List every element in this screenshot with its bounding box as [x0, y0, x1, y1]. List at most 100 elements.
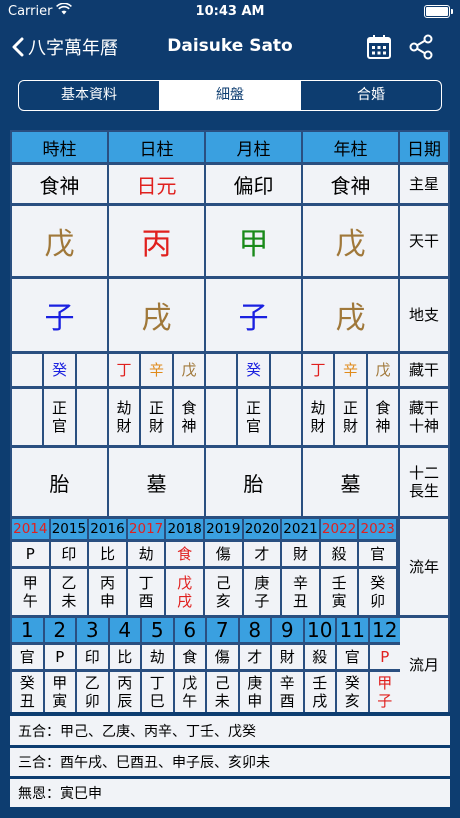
hidden-god-cell: 食 神: [368, 389, 398, 445]
month-god-cell[interactable]: 財: [272, 645, 303, 669]
month-ganzhi-cell[interactable]: 辛 酉: [272, 672, 303, 712]
hidden-god-cell: 食 神: [174, 389, 204, 445]
month-tab[interactable]: 3: [77, 618, 108, 642]
status-bar: Carrier 10:43 AM: [0, 0, 460, 24]
life-stage-cell: 胎: [12, 448, 107, 516]
pillar-header: 時柱: [12, 132, 107, 162]
month-ganzhi-cell[interactable]: 戊 午: [174, 672, 205, 712]
month-tab[interactable]: 1: [12, 618, 43, 642]
month-ganzhi-cell[interactable]: 己 未: [207, 672, 238, 712]
year-tab[interactable]: 2017: [127, 519, 165, 539]
year-tab[interactable]: 2014: [12, 519, 49, 539]
year-god-cell[interactable]: P: [12, 542, 49, 566]
heavenly-stem-cell: 戊: [12, 206, 107, 276]
hidden-god-cell: [206, 389, 236, 445]
earthly-branch-cell: 子: [12, 279, 107, 351]
year-ganzhi-cell[interactable]: 丁 酉: [127, 569, 165, 615]
year-god-cell[interactable]: 比: [89, 542, 126, 566]
month-god-cell[interactable]: P: [44, 645, 75, 669]
month-tab[interactable]: 5: [142, 618, 173, 642]
month-ganzhi-cell[interactable]: 乙 卯: [77, 672, 108, 712]
month-god-cell[interactable]: 傷: [207, 645, 238, 669]
year-god-cell[interactable]: 印: [50, 542, 88, 566]
hidden-god-cell: 正 財: [141, 389, 172, 445]
share-icon[interactable]: [408, 34, 434, 60]
calendar-icon[interactable]: [366, 34, 392, 60]
month-god-cell[interactable]: 食: [174, 645, 205, 669]
heavenly-stem-cell: 戊: [303, 206, 398, 276]
year-tab[interactable]: 2020: [243, 519, 281, 539]
month-tab[interactable]: 7: [207, 618, 238, 642]
year-ganzhi-cell[interactable]: 庚 子: [243, 569, 281, 615]
month-tab[interactable]: 10: [304, 618, 335, 642]
hidden-stem-cell: 戊: [368, 354, 398, 386]
month-tab[interactable]: 2: [44, 618, 75, 642]
month-tab[interactable]: 11: [337, 618, 368, 642]
month-god-cell[interactable]: P: [369, 645, 400, 669]
year-god-cell[interactable]: 財: [282, 542, 319, 566]
year-god-cell[interactable]: 才: [243, 542, 281, 566]
month-tab[interactable]: 6: [174, 618, 205, 642]
month-god-cell[interactable]: 劫: [142, 645, 173, 669]
month-ganzhi-cell[interactable]: 庚 申: [239, 672, 270, 712]
wuen-row: 無恩：寅巳申: [10, 779, 450, 807]
year-ganzhi-cell[interactable]: 辛 丑: [282, 569, 319, 615]
year-tab[interactable]: 2019: [205, 519, 242, 539]
wuhe-row: 五合：甲己、乙庚、丙辛、丁壬、戊癸: [10, 716, 450, 745]
year-tab[interactable]: 2018: [166, 519, 203, 539]
month-tab[interactable]: 12: [369, 618, 400, 642]
battery-icon: [424, 5, 453, 18]
year-tab[interactable]: 2015: [50, 519, 88, 539]
hidden-god-cell: [271, 389, 301, 445]
hidden-stem-cell: [271, 354, 301, 386]
year-tab[interactable]: 2021: [282, 519, 319, 539]
month-god-cell[interactable]: 印: [77, 645, 108, 669]
hidden-stem-cell: [77, 354, 107, 386]
heavenly-stem-cell: 甲: [206, 206, 301, 276]
tab-detail-chart[interactable]: 細盤: [159, 81, 300, 110]
month-ganzhi-cell[interactable]: 甲 子: [369, 672, 400, 712]
sanhe-row: 三合：酉午戌、巳酉丑、申子辰、亥卯未: [10, 748, 450, 776]
year-tab[interactable]: 2023: [359, 519, 396, 539]
bazi-chart: 時柱 日柱 月柱 年柱 日期 食神 日元 偏印 食神 主星戊丙甲戊天干子戌子戌地支癸正 官丁劫 財…: [10, 130, 450, 712]
month-god-cell[interactable]: 官: [12, 645, 43, 669]
main-star-cell: 偏印: [206, 165, 301, 203]
month-ganzhi-cell[interactable]: 甲 寅: [44, 672, 75, 712]
month-ganzhi-cell[interactable]: 癸 亥: [337, 672, 368, 712]
year-god-cell[interactable]: 殺: [320, 542, 358, 566]
year-ganzhi-cell[interactable]: 壬 寅: [320, 569, 358, 615]
month-god-cell[interactable]: 官: [337, 645, 368, 669]
earthly-branch-label: 地支: [400, 279, 448, 351]
year-ganzhi-cell[interactable]: 己 亥: [205, 569, 242, 615]
year-ganzhi-cell[interactable]: 戊 戌: [166, 569, 203, 615]
month-tab[interactable]: 9: [272, 618, 303, 642]
year-tab[interactable]: 2016: [89, 519, 126, 539]
hidden-god-cell: 正 官: [238, 389, 269, 445]
month-ganzhi-cell[interactable]: 壬 戌: [304, 672, 335, 712]
hidden-stem-cell: [12, 354, 42, 386]
month-tab[interactable]: 8: [239, 618, 270, 642]
year-ganzhi-cell[interactable]: 甲 午: [12, 569, 49, 615]
year-god-cell[interactable]: 劫: [127, 542, 165, 566]
year-ganzhi-cell[interactable]: 癸 卯: [359, 569, 396, 615]
hidden-stem-cell: 辛: [141, 354, 172, 386]
month-tab[interactable]: 4: [109, 618, 140, 642]
year-tab[interactable]: 2022: [320, 519, 358, 539]
month-ganzhi-cell[interactable]: 丙 辰: [109, 672, 140, 712]
year-god-cell[interactable]: 傷: [205, 542, 242, 566]
hidden-god-cell: 劫 財: [109, 389, 139, 445]
month-god-cell[interactable]: 才: [239, 645, 270, 669]
hidden-stem-cell: 戊: [174, 354, 204, 386]
main-star-cell: 食神: [303, 165, 398, 203]
year-ganzhi-cell[interactable]: 丙 申: [89, 569, 126, 615]
year-god-cell[interactable]: 食: [166, 542, 203, 566]
month-god-cell[interactable]: 比: [109, 645, 140, 669]
tab-marriage-match[interactable]: 合婚: [300, 81, 441, 110]
life-stage-label: 十二 長生: [400, 448, 448, 516]
year-ganzhi-cell[interactable]: 乙 未: [50, 569, 88, 615]
month-ganzhi-cell[interactable]: 丁 巳: [142, 672, 173, 712]
month-ganzhi-cell[interactable]: 癸 丑: [12, 672, 43, 712]
year-god-cell[interactable]: 官: [359, 542, 396, 566]
month-god-cell[interactable]: 殺: [304, 645, 335, 669]
tab-basic-info[interactable]: 基本資料: [19, 81, 159, 110]
